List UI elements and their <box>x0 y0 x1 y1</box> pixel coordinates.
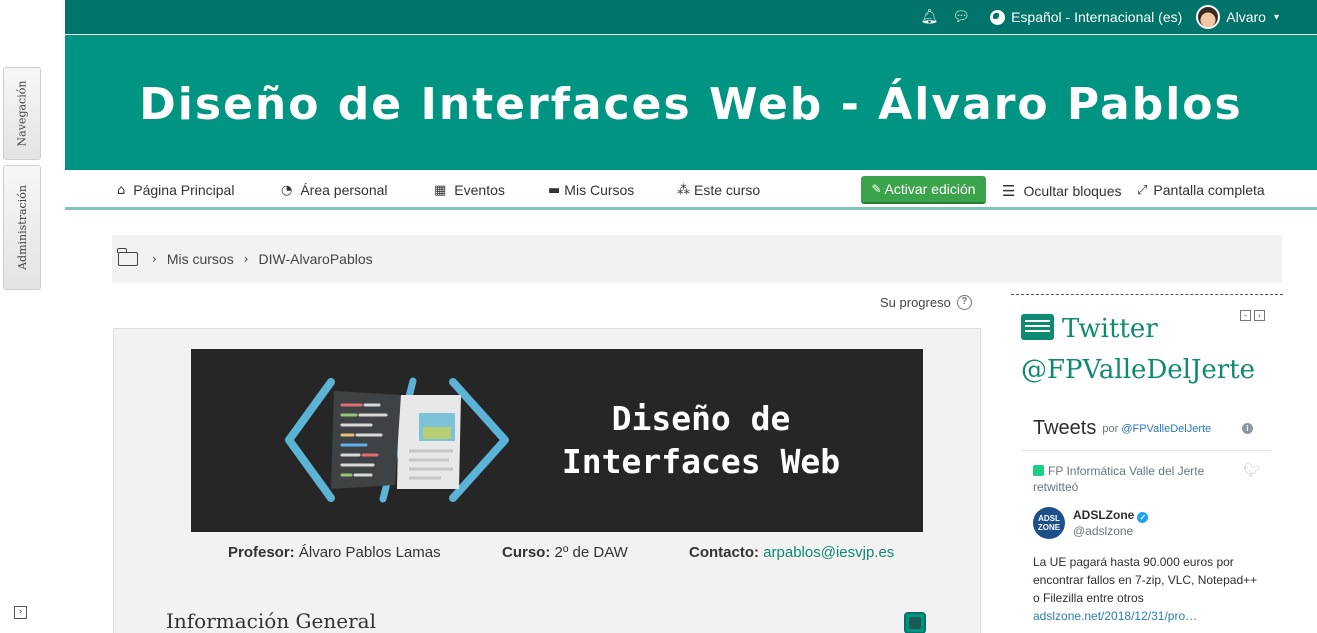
timeline-header: Tweets por @FPValleDelJerte i <box>1021 407 1271 451</box>
section-title: Información General <box>166 609 376 633</box>
nav-dashboard[interactable]: ◔ Área personal <box>281 182 388 198</box>
breadcrumb-item-my-courses[interactable]: Mis cursos <box>167 251 234 267</box>
course-value: 2º de DAW <box>554 544 628 561</box>
page-title: Diseño de Interfaces Web - Álvaro Pablos <box>139 79 1243 130</box>
course-image-title-line1: Diseño de <box>611 399 791 438</box>
fullscreen-label: Pantalla completa <box>1153 182 1265 198</box>
tweet-link[interactable]: adslzone.net/2018/12/31/pro… <box>1033 609 1197 623</box>
twitter-bird-icon[interactable]: 🐦︎ <box>1243 463 1261 479</box>
expand-icon: ⤢ <box>1137 182 1148 198</box>
tweet-author-avatar: ADSL ZONE <box>1033 507 1065 539</box>
sitemap-icon: ⁂ <box>677 182 690 198</box>
block-title-text: Twitter @FPValleDelJerte <box>1021 314 1256 385</box>
teacher-info: Profesor: Álvaro Pablos Lamas <box>228 544 441 561</box>
globe-icon <box>990 9 1006 25</box>
breadcrumb: › Mis cursos › DIW-AlvaroPablos <box>112 235 1282 283</box>
progress-label: Su progreso <box>880 295 951 310</box>
timeline-title: Tweets <box>1033 417 1097 439</box>
retweet-suffix: retwitteó <box>1033 480 1079 494</box>
nav-my-courses-label: Mis Cursos <box>564 182 635 198</box>
contact-link[interactable]: arpablos@iesvjp.es <box>763 544 894 561</box>
tweet-author-name: ADSLZone ✓ <box>1073 507 1149 523</box>
tweet-author-handle: @adslzone <box>1073 524 1134 538</box>
verified-icon: ✓ <box>1137 512 1149 523</box>
retweet-icon <box>1033 465 1044 476</box>
edit-mode-label: Activar edición <box>884 181 976 197</box>
course-image: Diseño de Interfaces Web <box>191 349 923 532</box>
info-icon[interactable]: i <box>1242 423 1253 434</box>
dock-tab-navigation[interactable]: Navegación <box>3 67 41 160</box>
course-label: Curso: <box>502 544 551 561</box>
contact-label: Contacto: <box>689 544 759 561</box>
timeline-by: por @FPValleDelJerte <box>1102 423 1211 435</box>
avatar <box>1196 5 1221 29</box>
twitter-timeline: Tweets por @FPValleDelJerte i FP Informá… <box>1021 407 1271 633</box>
nav-this-course[interactable]: ⁂ Este curso <box>677 182 760 198</box>
language-label: Español - Internacional (es) <box>1011 9 1183 25</box>
dock-tab-administration-label: Administración <box>15 185 29 270</box>
hide-blocks-label: Ocultar bloques <box>1023 183 1122 199</box>
retweet-context: FP Informática Valle del Jerte retwitteó <box>1033 463 1233 495</box>
folder-icon[interactable] <box>117 248 138 266</box>
nav-home[interactable]: ⌂ Página Principal <box>117 182 234 198</box>
chat-icon[interactable]: 💬︎ <box>952 9 970 25</box>
fullscreen-button[interactable]: ⤢ Pantalla completa <box>1137 182 1265 198</box>
user-name: Alvaro <box>1226 9 1266 25</box>
nav-events-label: Eventos <box>454 182 505 198</box>
nav-my-courses[interactable]: ▬ Mis Cursos <box>548 182 634 198</box>
teacher-value: Álvaro Pablos Lamas <box>298 544 441 561</box>
nav-dashboard-label: Área personal <box>300 182 388 198</box>
home-icon: ⌂ <box>117 182 126 198</box>
hide-blocks-button[interactable]: ☰ Ocultar bloques <box>1002 182 1122 200</box>
timeline-by-label: por <box>1102 422 1119 435</box>
briefcase-icon: ▬ <box>548 182 561 198</box>
teacher-label: Profesor: <box>228 544 295 561</box>
tweet-author-name-text: ADSLZone <box>1073 508 1135 522</box>
block-title: Twitter @FPValleDelJerte <box>1021 309 1271 391</box>
hide-blocks-icon: ☰ <box>1002 182 1016 200</box>
top-bar: 🔔︎ 💬︎ Español - Internacional (es) Alvar… <box>65 0 1317 34</box>
course-info: Curso: 2º de DAW <box>502 544 628 561</box>
contact-info: Contacto: arpablos@iesvjp.es <box>689 544 894 561</box>
course-image-title: Diseño de Interfaces Web <box>531 397 871 483</box>
calendar-icon: ▦ <box>434 182 447 198</box>
list-icon <box>1021 314 1054 340</box>
twitter-block: – ‹ Twitter @FPValleDelJerte Tweets por … <box>1011 294 1283 633</box>
course-banner: Diseño de Interfaces Web - Álvaro Pablos <box>65 35 1317 170</box>
retweeter-link[interactable]: FP Informática Valle del Jerte <box>1048 464 1204 478</box>
user-menu[interactable]: Alvaro ▾ <box>1196 5 1279 29</box>
edit-mode-button[interactable]: ✎ Activar edición <box>861 176 986 204</box>
help-icon[interactable]: ? <box>956 295 972 310</box>
course-navbar: ⌂ Página Principal ◔ Área personal ▦ Eve… <box>65 170 1317 210</box>
breadcrumb-separator-icon: › <box>243 252 249 266</box>
tweet-text: La UE pagará hasta 90.000 euros por enco… <box>1033 555 1258 605</box>
dock-tab-navigation-label: Navegación <box>15 80 29 147</box>
language-menu[interactable]: Español - Internacional (es) <box>990 9 1182 25</box>
nav-this-course-label: Este curso <box>694 182 761 198</box>
breadcrumb-separator-icon: › <box>152 252 157 266</box>
course-section: Diseño de Interfaces Web Profesor: Álvar… <box>113 328 981 633</box>
nav-events[interactable]: ▦ Eventos <box>434 182 505 198</box>
completion-checkbox[interactable] <box>904 612 926 633</box>
dashboard-icon: ◔ <box>281 182 293 198</box>
edit-icon: ✎ <box>871 182 882 196</box>
timeline-handle-link[interactable]: @FPValleDelJerte <box>1121 423 1211 435</box>
dock-toggle-icon[interactable]: › <box>14 606 27 619</box>
breadcrumb-item-course[interactable]: DIW-AlvaroPablos <box>259 251 373 267</box>
course-progress: Su progreso ? <box>880 295 972 310</box>
nav-home-label: Página Principal <box>133 182 235 198</box>
dock-tab-administration[interactable]: Administración <box>3 165 41 290</box>
tweet-author[interactable]: ADSL ZONE ADSLZone ✓ @adslzone <box>1033 507 1149 539</box>
course-image-title-line2: Interfaces Web <box>561 442 841 481</box>
chevron-down-icon: ▾ <box>1273 11 1279 23</box>
bell-icon[interactable]: 🔔︎ <box>921 9 939 25</box>
